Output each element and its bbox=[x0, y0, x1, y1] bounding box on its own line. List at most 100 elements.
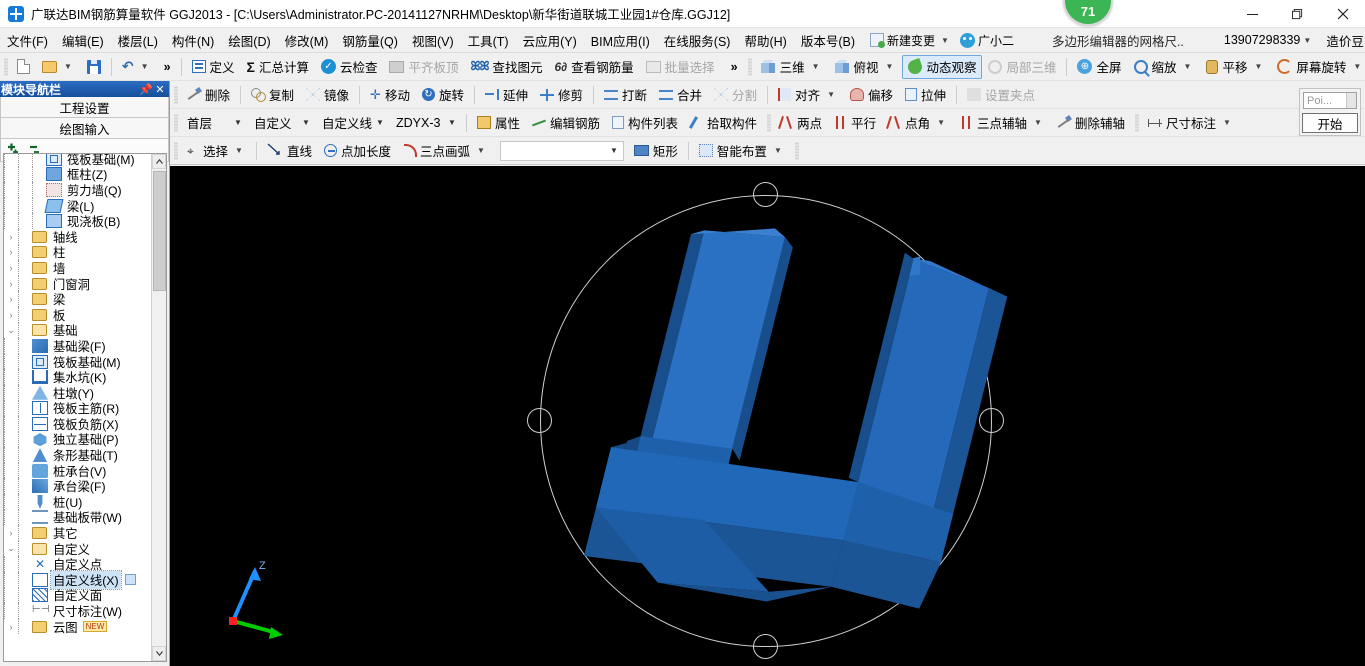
delete-aux-axis-button[interactable]: 删除辅轴 bbox=[1051, 111, 1131, 135]
menu-item-cloud[interactable]: 云应用(Y) bbox=[516, 28, 584, 53]
tree-item[interactable]: 剪力墙(Q) bbox=[4, 182, 152, 198]
tree-item[interactable]: 柱墩(Y) bbox=[4, 384, 152, 401]
menu-item-view[interactable]: 视图(V) bbox=[405, 28, 461, 53]
tree-item[interactable]: 自定义线(X) bbox=[4, 569, 152, 590]
assistant-button[interactable]: 广小二 bbox=[956, 30, 1018, 51]
coin-balance[interactable]: 造价豆:124 bbox=[1326, 31, 1365, 50]
batch-select-button[interactable]: 批量选择 bbox=[640, 55, 721, 79]
cloud-check-button[interactable]: ✓ 云检查 bbox=[315, 55, 384, 79]
three-point-aux-axis-button[interactable]: 三点辅轴 ▼ bbox=[954, 111, 1051, 135]
score-badge[interactable]: 71 bbox=[1063, 0, 1113, 26]
menu-item-rebar[interactable]: 钢筋量(Q) bbox=[335, 28, 405, 53]
tree-item[interactable]: 梁(L) bbox=[4, 197, 152, 214]
tree-item[interactable]: 筏板主筋(R) bbox=[4, 400, 152, 416]
zoom-button[interactable]: 缩放 ▼ bbox=[1128, 55, 1201, 79]
chevron-right-icon[interactable]: › bbox=[4, 263, 18, 273]
tree-folder[interactable]: › 云图 NEW bbox=[4, 618, 152, 635]
component-name-combo[interactable]: ZDYX-3 ▼ bbox=[390, 113, 462, 133]
point-plus-length-button[interactable]: 点加长度 bbox=[318, 139, 397, 163]
drawing-viewport-3d[interactable]: Z bbox=[170, 166, 1365, 666]
new-file-button[interactable] bbox=[11, 55, 36, 79]
tree-item[interactable]: 条形基础(T) bbox=[4, 447, 152, 463]
tree-folder[interactable]: › 板 bbox=[4, 306, 152, 323]
pan-button[interactable]: 平移 ▼ bbox=[1200, 55, 1271, 79]
two-point-axis-button[interactable]: 两点 bbox=[774, 111, 828, 135]
fullscreen-button[interactable]: ⊕ 全屏 bbox=[1071, 55, 1127, 79]
rectangle-tool-button[interactable]: 矩形 bbox=[628, 139, 684, 163]
tree-folder[interactable]: › 门窗洞 bbox=[4, 275, 152, 292]
chevron-down-icon[interactable]: ⌄ bbox=[4, 543, 18, 554]
save-button[interactable] bbox=[81, 55, 107, 79]
delete-button[interactable]: 删除 bbox=[181, 83, 236, 107]
trim-button[interactable]: 修剪 bbox=[534, 83, 589, 107]
polygon-editor-dialog[interactable]: Poi... 开始 bbox=[1299, 88, 1361, 136]
merge-button[interactable]: 合并 bbox=[653, 83, 708, 107]
tree-item[interactable]: 基础梁(F) bbox=[4, 338, 152, 354]
screen-rotate-button[interactable]: 屏幕旋转 ▼ bbox=[1271, 55, 1365, 79]
point-input[interactable]: Poi... bbox=[1303, 92, 1357, 109]
align-slab-top-button[interactable]: 平齐板顶 bbox=[383, 55, 464, 79]
split-button[interactable]: 分割 bbox=[708, 83, 763, 107]
chevron-right-icon[interactable]: › bbox=[4, 279, 18, 289]
tree-folder[interactable]: › 轴线 bbox=[4, 228, 152, 245]
tree-folder[interactable]: › 其它 bbox=[4, 525, 152, 541]
find-element-button[interactable]: ꕤꕤ 查找图元 bbox=[465, 55, 549, 79]
new-change-button[interactable]: 新建变更 ▼ bbox=[866, 30, 956, 51]
menu-item-draw[interactable]: 绘图(D) bbox=[221, 28, 277, 53]
extend-button[interactable]: 延伸 bbox=[479, 83, 534, 107]
dimension-button[interactable]: 尺寸标注 ▼ bbox=[1142, 111, 1240, 135]
menu-item-component[interactable]: 构件(N) bbox=[165, 28, 221, 53]
component-kind-combo[interactable]: 自定义线 ▼ bbox=[316, 113, 390, 133]
toolbar-gripper[interactable] bbox=[174, 141, 178, 160]
tree-item[interactable]: 筏板基础(M) bbox=[4, 353, 152, 370]
rotate-button[interactable]: ↻ 旋转 bbox=[416, 83, 470, 107]
chevron-right-icon[interactable]: › bbox=[4, 310, 18, 320]
menu-item-tools[interactable]: 工具(T) bbox=[461, 28, 516, 53]
menu-item-online[interactable]: 在线服务(S) bbox=[657, 28, 738, 53]
local-3d-button[interactable]: 局部三维 bbox=[982, 55, 1062, 79]
copy-button[interactable]: 复制 bbox=[245, 83, 300, 107]
tree-folder[interactable]: › 墙 bbox=[4, 260, 152, 276]
floor-combo[interactable]: 首层 ▼ bbox=[181, 113, 248, 133]
pin-icon[interactable]: 📌 bbox=[139, 83, 153, 96]
component-tree[interactable]: 筏板基础(M) 框柱(Z) 剪力墙(Q) 梁(L) 现浇板(B) › 轴线 › 柱 › 墙 › 门窗洞 ›… bbox=[3, 153, 167, 662]
move-button[interactable]: ✛ 移动 bbox=[364, 83, 416, 107]
tree-item[interactable]: 基础板带(W) bbox=[4, 509, 152, 525]
toolbar-gripper[interactable] bbox=[4, 57, 8, 76]
offset-button[interactable]: 偏移 bbox=[844, 83, 899, 107]
chevron-down-icon[interactable]: ⌄ bbox=[4, 325, 18, 336]
sidebar-tab-project-settings[interactable]: 工程设置 bbox=[0, 97, 169, 118]
open-file-button[interactable]: ▼ bbox=[36, 55, 81, 79]
view-rebar-qty-button[interactable]: 6∂ 查看钢筋量 bbox=[548, 55, 639, 79]
set-grip-button[interactable]: 设置夹点 bbox=[961, 83, 1041, 107]
toolbar-gripper[interactable] bbox=[747, 57, 752, 76]
menu-item-bim[interactable]: BIM应用(I) bbox=[584, 28, 657, 53]
pick-component-button[interactable]: 拾取构件 bbox=[684, 111, 763, 135]
tree-item[interactable]: 筏板负筋(X) bbox=[4, 416, 152, 432]
tree-folder[interactable]: › 梁 bbox=[4, 291, 152, 307]
tree-item[interactable]: 桩承台(V) bbox=[4, 462, 152, 479]
menu-item-file[interactable]: 文件(F) bbox=[0, 28, 55, 53]
toolbar-gripper[interactable] bbox=[767, 113, 772, 132]
promo-text[interactable]: 多边形编辑器的网格尺.. bbox=[1052, 31, 1184, 50]
scroll-down-arrow[interactable] bbox=[152, 646, 166, 661]
spinner-icon[interactable] bbox=[1346, 93, 1356, 108]
smart-layout-button[interactable]: 智能布置 ▼ bbox=[693, 139, 791, 163]
tree-item[interactable]: 承台梁(F) bbox=[4, 478, 152, 494]
tree-scroll-thumb[interactable] bbox=[153, 171, 166, 291]
chevron-right-icon[interactable]: › bbox=[4, 528, 18, 538]
toolbar-gripper[interactable] bbox=[1134, 113, 1139, 132]
start-button[interactable]: 开始 bbox=[1302, 113, 1358, 133]
toolbar-gripper[interactable] bbox=[794, 141, 799, 160]
menu-item-edit[interactable]: 编辑(E) bbox=[55, 28, 111, 53]
stretch-button[interactable]: 拉伸 bbox=[899, 83, 952, 107]
tree-item[interactable]: 现浇板(B) bbox=[4, 213, 152, 229]
properties-button[interactable]: 属性 bbox=[471, 111, 526, 135]
point-angle-axis-button[interactable]: 点角 ▼ bbox=[882, 111, 954, 135]
line-tool-button[interactable]: 直线 bbox=[261, 139, 318, 163]
tree-folder[interactable]: › 柱 bbox=[4, 244, 152, 260]
close-button[interactable] bbox=[1320, 0, 1365, 28]
view-top-button[interactable]: 俯视 ▼ bbox=[829, 55, 903, 79]
tree-item[interactable]: 独立基础(P) bbox=[4, 431, 152, 447]
tree-item[interactable]: 桩(U) bbox=[4, 494, 152, 510]
